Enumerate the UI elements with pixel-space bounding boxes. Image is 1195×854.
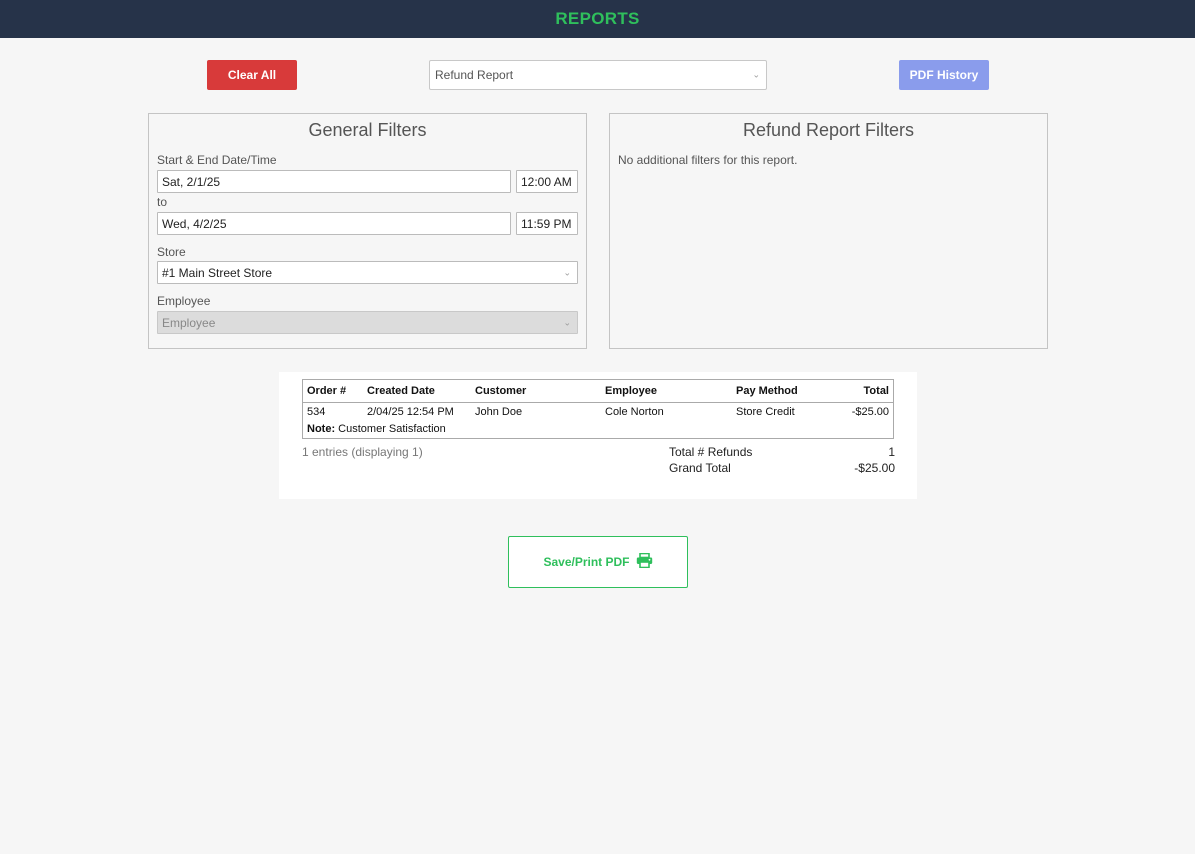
no-filters-message: No additional filters for this report.	[618, 153, 798, 167]
cell-employee: Cole Norton	[605, 406, 664, 418]
general-filters-title: General Filters	[308, 120, 427, 140]
end-time-value: 11:59 PM	[521, 216, 572, 231]
cell-order: 534	[307, 406, 326, 418]
start-date-input[interactable]: Sat, 2/1/25	[157, 170, 511, 193]
grand-total-label: Grand Total	[669, 461, 731, 475]
printer-icon	[636, 552, 653, 571]
header-divider	[303, 402, 893, 403]
col-header-pay-method: Pay Method	[736, 385, 798, 397]
top-bar: REPORTS	[0, 0, 1195, 38]
employee-placeholder: Employee	[162, 315, 216, 330]
col-header-employee: Employee	[605, 385, 657, 397]
save-print-pdf-button[interactable]: Save/Print PDF	[508, 536, 688, 588]
cell-pay-method: Store Credit	[736, 406, 795, 418]
col-header-customer: Customer	[475, 385, 527, 397]
total-refunds-label: Total # Refunds	[669, 445, 753, 459]
grand-total-value: -$25.00	[854, 461, 895, 475]
store-select[interactable]: #1 Main Street Store ⌄	[157, 261, 578, 284]
report-results: Order # Created Date Customer Employee P…	[279, 372, 917, 499]
date-range-label: Start & End Date/Time	[157, 153, 277, 167]
note-label: Note:	[307, 423, 336, 435]
refund-table: Order # Created Date Customer Employee P…	[302, 379, 894, 439]
store-value: #1 Main Street Store	[162, 265, 273, 280]
col-header-total: Total	[863, 385, 889, 397]
start-time-value: 12:00 AM	[521, 174, 572, 189]
employee-label: Employee	[157, 294, 211, 308]
to-label: to	[157, 195, 168, 209]
store-label: Store	[157, 245, 186, 259]
save-print-label: Save/Print PDF	[543, 555, 630, 569]
col-header-order: Order #	[307, 385, 347, 397]
total-refunds-value: 1	[888, 445, 895, 459]
chevron-down-icon: ⌄	[752, 69, 760, 80]
report-type-value: Refund Report	[435, 68, 514, 82]
chevron-down-icon: ⌄	[563, 317, 571, 327]
end-date-input[interactable]: Wed, 4/2/25	[157, 212, 511, 235]
col-header-created-date: Created Date	[367, 385, 435, 397]
general-filters-panel: General Filters Start & End Date/Time Sa…	[148, 113, 587, 349]
refund-filters-panel: Refund Report Filters No additional filt…	[609, 113, 1048, 349]
entries-count: 1 entries (displaying 1)	[302, 445, 423, 459]
pdf-history-button[interactable]: PDF History	[899, 60, 989, 90]
refund-filters-title: Refund Report Filters	[742, 120, 915, 140]
page-title: REPORTS	[555, 9, 640, 28]
start-date-value: Sat, 2/1/25	[162, 174, 221, 189]
cell-created-date: 2/04/25 12:54 PM	[367, 406, 454, 418]
cell-total: -$25.00	[851, 406, 889, 418]
employee-select[interactable]: Employee ⌄	[157, 311, 578, 334]
end-time-input[interactable]: 11:59 PM	[516, 212, 578, 235]
cell-customer: John Doe	[475, 406, 523, 418]
row-note: Note: Customer Satisfaction	[307, 423, 446, 435]
chevron-down-icon: ⌄	[563, 267, 571, 277]
clear-all-button[interactable]: Clear All	[207, 60, 297, 90]
start-time-input[interactable]: 12:00 AM	[516, 170, 578, 193]
note-text: Customer Satisfaction	[338, 423, 446, 435]
end-date-value: Wed, 4/2/25	[162, 216, 227, 231]
report-type-select[interactable]: Refund Report ⌄	[429, 60, 767, 90]
